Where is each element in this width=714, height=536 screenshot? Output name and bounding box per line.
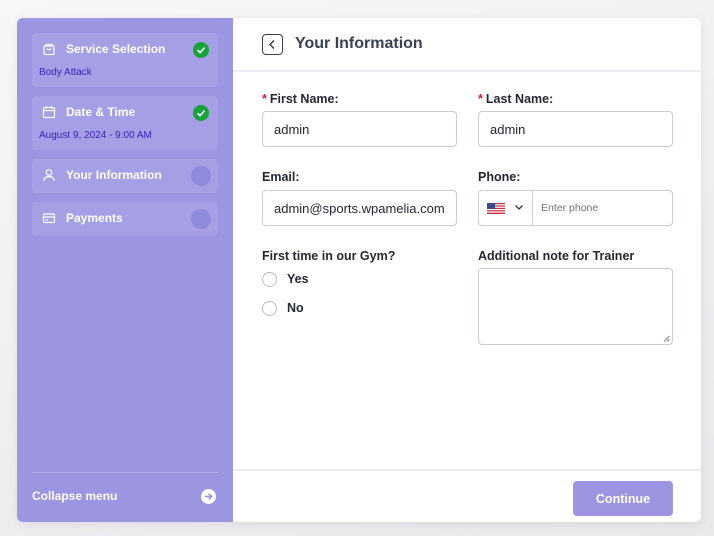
page-title: Your Information [295,35,423,52]
last-name-label-text: Last Name: [485,92,554,106]
radio-no[interactable] [262,301,277,316]
first-name-label: * First Name: [262,92,339,106]
radio-yes-label[interactable]: Yes [287,272,309,286]
first-name-input[interactable]: admin [262,111,457,147]
credit-card-icon [42,211,56,225]
sidebar-divider [32,472,218,473]
trainer-note-label: Additional note for Trainer [478,249,635,263]
back-button[interactable] [262,34,283,55]
chevron-left-icon [268,39,275,50]
email-value: admin@sports.wpamelia.com [274,201,445,216]
phone-label: Phone: [478,170,521,184]
page-header: Your Information [233,18,701,72]
user-icon [42,168,56,182]
email-label: Email: [262,170,300,184]
collapse-menu-button[interactable]: Collapse menu [32,488,218,506]
sidebar: Service Selection Body Attack Date & Tim… [17,18,233,522]
shopping-bag-icon [42,42,56,56]
step-label: Service Selection [66,42,166,56]
first-name-label-text: First Name: [269,92,339,106]
booking-card: Service Selection Body Attack Date & Tim… [17,18,701,522]
step-sub-value: August 9, 2024 - 9:00 AM [39,130,152,141]
sidebar-step-payments[interactable]: Payments [32,202,218,236]
required-mark: * [262,92,267,106]
country-code-select[interactable] [479,191,533,225]
step-status-indicator [191,209,211,229]
email-input[interactable]: admin@sports.wpamelia.com [262,190,457,226]
check-circle-icon [193,105,209,121]
sidebar-step-service-selection[interactable]: Service Selection Body Attack [32,33,218,87]
phone-input[interactable]: Enter phone [541,202,598,214]
sidebar-step-date-time[interactable]: Date & Time August 9, 2024 - 9:00 AM [32,96,218,150]
us-flag-icon [487,203,505,214]
step-status-indicator [191,166,211,186]
calendar-icon [42,105,56,119]
step-label: Date & Time [66,105,136,119]
resize-grip-icon[interactable] [663,335,670,342]
required-mark: * [478,92,483,106]
radio-yes[interactable] [262,272,277,287]
trainer-note-textarea[interactable] [478,268,673,345]
chevron-down-icon [513,201,525,213]
step-sub-value: Body Attack [39,67,92,78]
last-name-label: * Last Name: [478,92,553,106]
last-name-input[interactable]: admin [478,111,673,147]
page-footer: Continue [233,469,701,522]
radio-no-label[interactable]: No [287,301,304,315]
first-time-label: First time in our Gym? [262,249,396,263]
arrow-right-circle-icon [201,489,216,504]
first-name-value: admin [274,122,310,137]
collapse-menu-label: Collapse menu [32,489,118,503]
continue-button[interactable]: Continue [573,481,673,516]
step-label: Payments [66,211,123,225]
check-circle-icon [193,42,209,58]
main-panel: Your Information * First Name: admin * Las… [233,18,701,522]
step-label: Your Information [66,168,162,182]
phone-field: Enter phone [478,190,673,226]
sidebar-step-your-information[interactable]: Your Information [32,159,218,193]
last-name-value: admin [490,122,526,137]
